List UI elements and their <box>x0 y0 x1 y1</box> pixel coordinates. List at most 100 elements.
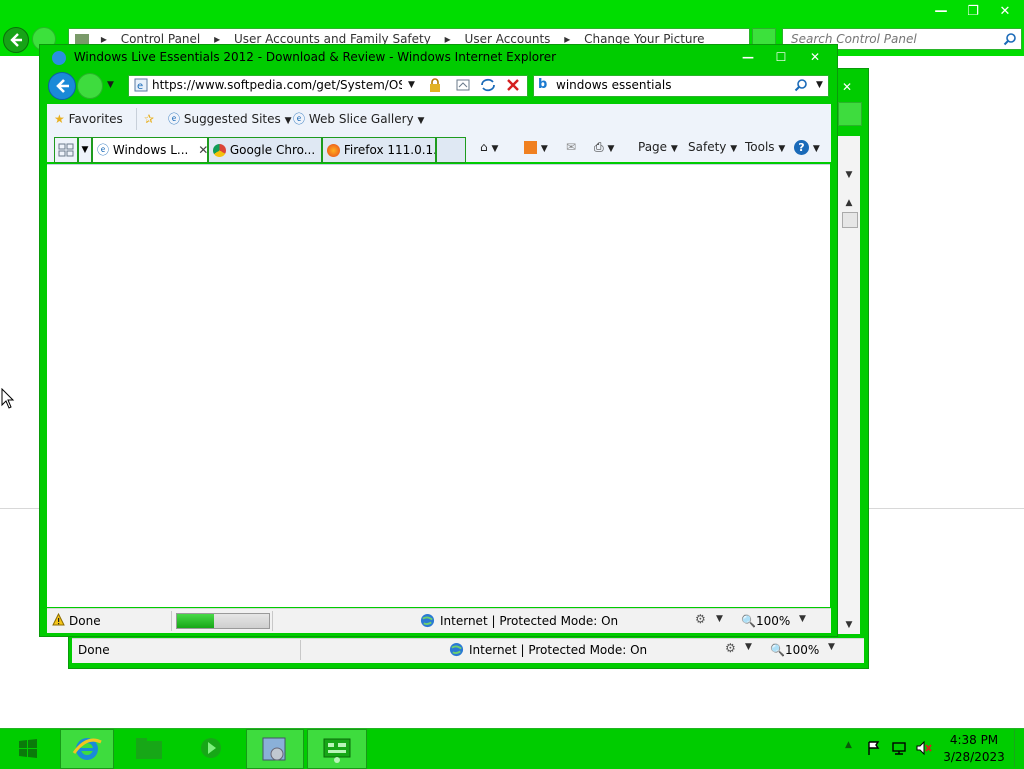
mail-icon: ✉ <box>566 140 577 154</box>
home-button[interactable]: ⌂ ▼ <box>480 138 498 156</box>
back-arrow-icon <box>56 79 69 93</box>
action-center-flag-icon[interactable] <box>866 740 882 756</box>
ie-forward-button[interactable] <box>77 73 103 99</box>
search-dropdown-icon[interactable]: ▼ <box>816 80 826 90</box>
bing-icon: b <box>538 77 548 92</box>
page-load-progress <box>176 613 270 629</box>
ie-window-title: Windows Live Essentials 2012 - Download … <box>52 48 702 66</box>
favorites-label: Favorites <box>68 112 123 126</box>
chevron-down-icon: ▼ <box>670 144 678 154</box>
cp-minimize-button[interactable]: — <box>926 2 956 22</box>
folder-icon <box>136 738 162 759</box>
address-dropdown-icon[interactable]: ▼ <box>408 80 418 90</box>
ie-logo-icon <box>52 50 66 65</box>
security-settings-icon[interactable]: ⚙ <box>695 612 709 628</box>
network-icon[interactable] <box>891 740 907 756</box>
tab-label: Windows L... <box>112 143 189 157</box>
clock-time[interactable]: 4:38 PM <box>942 732 1006 748</box>
ie2-scroll-thumb[interactable] <box>842 212 858 228</box>
suggested-sites-label: Suggested Sites <box>183 112 281 126</box>
read-mail-button[interactable]: ✉ <box>566 138 576 156</box>
suggested-sites-link[interactable]: ⓔ Suggested Sites ▼ <box>168 110 292 128</box>
taskbar-ie-button[interactable] <box>60 729 114 769</box>
volume-muted-icon[interactable] <box>915 740 933 756</box>
tab-windows-live[interactable]: ⓔ Windows L... ✕ <box>92 137 208 163</box>
favorites-bar <box>47 104 831 134</box>
tab-list-dropdown[interactable]: ▼ <box>78 137 92 163</box>
refresh-icon[interactable] <box>480 78 496 92</box>
add-to-favorites-bar-button[interactable]: ✰ <box>144 110 154 128</box>
print-button[interactable]: ⎙ ▼ <box>594 138 614 156</box>
ie2-close-button[interactable]: ✕ <box>836 78 858 96</box>
show-hidden-icons-button[interactable]: ▲ <box>845 740 857 754</box>
safety-menu[interactable]: Safety ▼ <box>688 138 737 156</box>
zoom-dropdown-icon[interactable]: ▼ <box>799 614 809 630</box>
chevron-down-icon: ▼ <box>417 116 425 126</box>
security-settings-icon[interactable]: ⚙ <box>725 641 739 657</box>
ie-minimize-button[interactable]: — <box>733 49 763 65</box>
ie-page-icon: ⓔ <box>293 112 306 126</box>
taskbar-control-panel-button[interactable] <box>246 729 304 769</box>
cp-close-button[interactable]: ✕ <box>990 2 1020 22</box>
status-divider <box>171 611 172 631</box>
ie2-search-dropdown[interactable] <box>838 102 862 126</box>
media-player-icon <box>201 738 221 758</box>
favorites-button[interactable]: ★ Favorites <box>54 110 123 128</box>
quick-tabs-button[interactable] <box>54 137 78 163</box>
taskbar-remote-app-button[interactable] <box>307 729 367 769</box>
taskbar-explorer-button[interactable] <box>122 729 176 767</box>
add-favorite-icon: ✰ <box>144 112 155 126</box>
clock-date[interactable]: 3/28/2023 <box>942 749 1006 765</box>
ie-address-input[interactable]: https://www.softpedia.com/get/System/OS-… <box>152 77 402 93</box>
tab-firefox[interactable]: Firefox 111.0.1... <box>322 137 436 163</box>
warning-icon[interactable] <box>52 613 65 626</box>
taskbar-media-player-button[interactable] <box>184 729 238 767</box>
ie2-zoom[interactable]: 🔍100% <box>770 641 819 659</box>
chevron-down-icon[interactable]: ▼ <box>745 642 755 658</box>
ie-status-text: Done <box>69 614 101 628</box>
page-menu[interactable]: Page ▼ <box>638 138 678 156</box>
page-content-area[interactable] <box>47 164 830 607</box>
help-button[interactable]: ? ▼ <box>794 138 820 156</box>
zoom-dropdown-icon[interactable]: ▼ <box>828 642 838 658</box>
close-tab-icon[interactable]: ✕ <box>198 143 207 157</box>
progress-fill <box>177 614 214 628</box>
ie-search-input[interactable]: windows essentials <box>556 77 776 93</box>
cp-back-button[interactable] <box>3 27 29 53</box>
chevron-down-icon[interactable]: ▼ <box>716 614 726 630</box>
ie2-status-divider <box>300 640 301 660</box>
windows-logo-icon <box>19 739 37 758</box>
ie-status-bar <box>47 608 831 633</box>
svg-text:e: e <box>137 81 143 92</box>
ie2-zoom-value: 100% <box>784 643 820 657</box>
tools-menu[interactable]: Tools ▼ <box>745 138 785 156</box>
chevron-down-icon: ▼ <box>730 144 738 154</box>
tab-label: Firefox 111.0.1... <box>343 143 436 157</box>
tab-google-chrome[interactable]: Google Chro... <box>208 137 322 163</box>
recent-pages-dropdown-icon[interactable]: ▼ <box>107 80 117 90</box>
cp-restore-button[interactable]: ❐ <box>958 2 988 22</box>
feeds-button[interactable]: ▼ <box>524 138 548 156</box>
ie-zone-text: Internet | Protected Mode: On <box>440 614 619 628</box>
star-icon: ★ <box>54 112 65 126</box>
scroll-up-icon[interactable]: ▲ <box>840 198 858 208</box>
start-button[interactable] <box>6 729 50 767</box>
web-slice-gallery-label: Web Slice Gallery <box>308 112 414 126</box>
ie-zoom[interactable]: 🔍100% <box>741 612 790 630</box>
network-app-icon <box>323 738 351 763</box>
chevron-down-icon: ▼ <box>607 144 615 154</box>
stop-icon[interactable] <box>506 78 520 92</box>
show-desktop-button[interactable] <box>1014 729 1024 767</box>
web-slice-gallery-link[interactable]: ⓔ Web Slice Gallery ▼ <box>293 110 424 128</box>
new-tab-button[interactable] <box>436 137 466 163</box>
ie2-scroll-area <box>838 136 860 634</box>
quick-tabs-icon <box>58 143 74 157</box>
ie-close-button[interactable]: ✕ <box>799 49 831 65</box>
compatibility-view-icon[interactable] <box>456 78 470 92</box>
search-icon <box>1003 33 1016 46</box>
ie-back-button[interactable] <box>48 72 76 100</box>
lock-icon[interactable] <box>428 78 442 93</box>
ie-maximize-button[interactable]: ☐ <box>766 49 796 65</box>
scroll-down-icon[interactable]: ▼ <box>840 620 858 630</box>
search-icon[interactable] <box>794 78 808 92</box>
